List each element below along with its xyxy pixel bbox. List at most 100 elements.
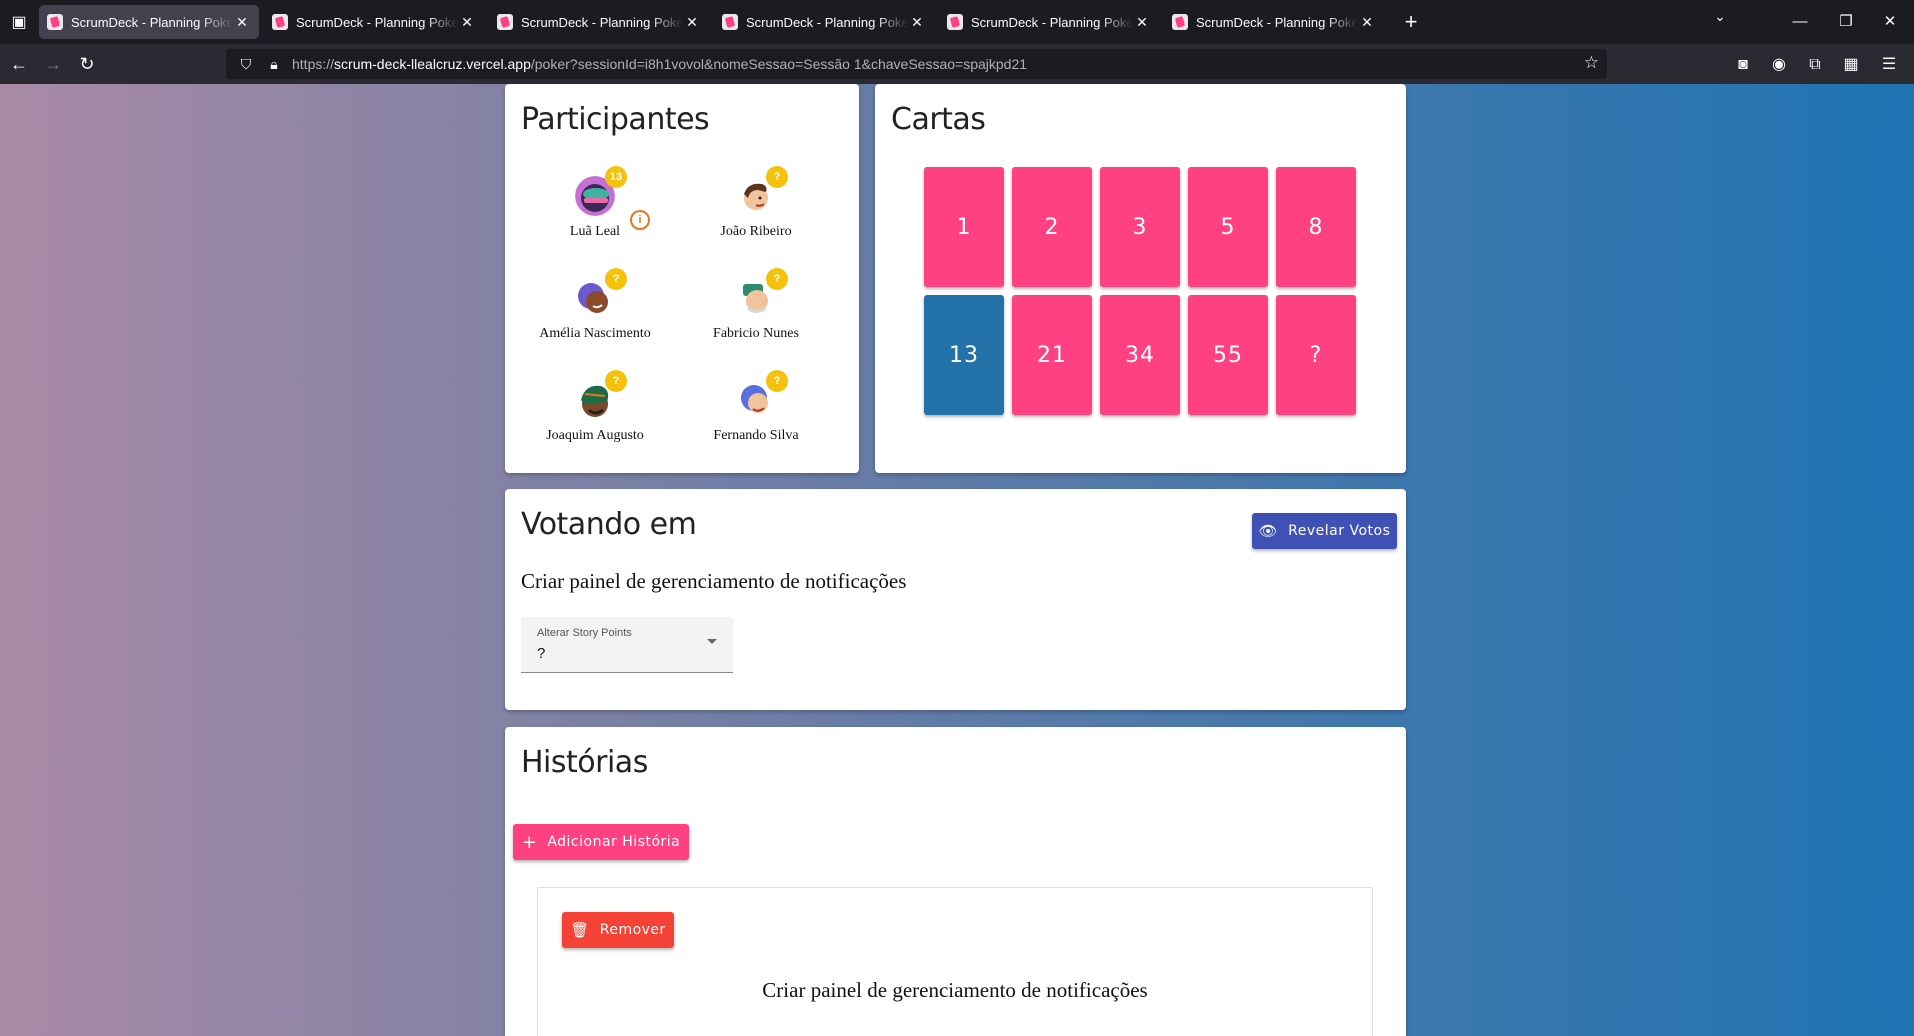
participant-name: Joaquim Augusto: [546, 428, 644, 443]
avatar-joao-ribeiro: ?: [736, 166, 788, 216]
participant-item: ? Amélia Nascimento: [520, 268, 670, 342]
tab-close-icon[interactable]: ✕: [458, 14, 476, 31]
remove-story-button[interactable]: 🗑︎ Remover: [562, 912, 674, 948]
dropdown-arrow-icon: [707, 639, 717, 644]
tab-close-icon[interactable]: ✕: [1133, 14, 1151, 31]
tab-close-icon[interactable]: ✕: [1358, 14, 1376, 31]
browser-tab[interactable]: ScrumDeck - Planning Poker para ✕: [714, 5, 934, 39]
avatar-lua-leal: 13: [575, 166, 627, 216]
poker-card[interactable]: 1: [924, 167, 1004, 287]
new-tab-icon[interactable]: +: [1396, 7, 1426, 37]
voting-title: Votando em: [521, 507, 697, 542]
participant-item: 13 Luã Leal i: [520, 166, 670, 240]
browser-nav-bar: ← → ↻ ⛉ 🔒︎ https://scrum-deck-llealcruz.…: [0, 44, 1914, 84]
browser-tab[interactable]: ScrumDeck - Planning Poker para ✕: [489, 5, 709, 39]
participants-title: Participantes: [521, 102, 710, 137]
poker-card[interactable]: 55: [1188, 295, 1268, 415]
participant-item: ? Fernando Silva: [681, 370, 831, 444]
url-prefix: https://: [292, 56, 335, 72]
reveal-votes-button[interactable]: 👁︎ Revelar Votos: [1252, 513, 1397, 549]
shield-icon[interactable]: ⛉: [236, 56, 256, 73]
participant-name: Fernando Silva: [713, 428, 799, 443]
stories-title: Histórias: [521, 745, 648, 780]
cards-card: Cartas 1 2 3 5 8 13 21 34 55?: [875, 84, 1406, 473]
account-icon[interactable]: ◉: [1766, 52, 1792, 78]
voting-card: Votando em 👁︎ Revelar Votos Criar painel…: [505, 489, 1406, 710]
poker-card[interactable]: 5: [1188, 167, 1268, 287]
poker-card[interactable]: 2: [1012, 167, 1092, 287]
avatar-joaquim-augusto: ?: [575, 370, 627, 420]
browser-tab[interactable]: ScrumDeck - Planning Poker para ✕: [264, 5, 484, 39]
participant-name: Amélia Nascimento: [539, 326, 651, 341]
remove-story-label: Remover: [599, 922, 666, 938]
tab-title: ScrumDeck - Planning Poker para: [971, 14, 1133, 30]
browser-tab[interactable]: ScrumDeck - Planning Poker para ✕: [39, 5, 259, 39]
tab-close-icon[interactable]: ✕: [233, 14, 251, 31]
vote-badge: ?: [766, 268, 788, 290]
favicon-icon: [497, 14, 513, 30]
cards-title: Cartas: [891, 102, 986, 137]
add-story-label: Adicionar História: [547, 834, 681, 850]
reveal-votes-label: Revelar Votos: [1288, 523, 1391, 539]
tab-close-icon[interactable]: ✕: [683, 14, 701, 31]
story-item: 🗑︎ Remover Criar painel de gerenciamento…: [537, 887, 1373, 1036]
url-host: scrum-deck-llealcruz.vercel.app: [334, 56, 531, 72]
participants-card: Participantes 13 Luã Leal i ? João Ribei…: [505, 84, 859, 473]
url-path: /poker?sessionId=i8h1vovol&nomeSessao=Se…: [530, 56, 1028, 72]
favicon-icon: [47, 14, 63, 30]
tab-title: ScrumDeck - Planning Poker para: [521, 14, 683, 30]
eye-icon: 👁︎: [1258, 522, 1279, 540]
vote-badge: ?: [605, 370, 627, 392]
avatar-amelia-nascimento: ?: [575, 268, 627, 318]
extension-icon[interactable]: ▦: [1838, 52, 1864, 78]
story-points-select[interactable]: Alterar Story Points ?: [521, 617, 733, 673]
favicon-icon: [722, 14, 738, 30]
page-viewport: Participantes 13 Luã Leal i ? João Ribei…: [0, 84, 1914, 1036]
back-arrow-icon[interactable]: ←: [2, 47, 36, 81]
participant-name: Fabricio Nunes: [713, 326, 799, 341]
menu-icon[interactable]: ☰: [1876, 52, 1902, 78]
poker-card[interactable]: 8: [1276, 167, 1356, 287]
vote-badge: 13: [605, 166, 627, 188]
bookmark-star-icon[interactable]: ☆: [1584, 53, 1599, 73]
story-points-value: ?: [537, 645, 546, 662]
story-points-label: Alterar Story Points: [537, 627, 632, 639]
poker-card[interactable]: 3: [1100, 167, 1180, 287]
forward-arrow-icon[interactable]: →: [36, 47, 70, 81]
stories-card: Histórias + Adicionar História 🗑︎ Remove…: [505, 727, 1406, 1036]
poker-card[interactable]: 13: [924, 295, 1004, 415]
tab-list-icon[interactable]: ▣: [4, 7, 34, 37]
tab-title: ScrumDeck - Planning Poker para: [71, 14, 233, 30]
browser-tab[interactable]: ScrumDeck - Planning Poker para ✕: [939, 5, 1159, 39]
participant-item: ? João Ribeiro: [681, 166, 831, 240]
tab-title: ScrumDeck - Planning Poker para: [746, 14, 908, 30]
participant-item: ? Joaquim Augusto: [520, 370, 670, 444]
avatar-fabricio-nunes: ?: [736, 268, 788, 318]
reload-icon[interactable]: ↻: [70, 47, 104, 81]
vote-badge: ?: [766, 166, 788, 188]
url-bar[interactable]: ⛉ 🔒︎ https://scrum-deck-llealcruz.vercel…: [226, 49, 1607, 79]
browser-tab-bar: ▣ ScrumDeck - Planning Poker para ✕ Scru…: [0, 0, 1914, 44]
add-story-button[interactable]: + Adicionar História: [513, 824, 689, 860]
pocket-icon[interactable]: ◙: [1730, 52, 1756, 78]
story-text: Criar painel de gerenciamento de notific…: [762, 978, 1148, 1002]
plus-icon: +: [521, 831, 538, 853]
participant-item: ? Fabricio Nunes: [681, 268, 831, 342]
extensions-icon[interactable]: ⧉: [1802, 52, 1828, 78]
lock-icon[interactable]: 🔒︎: [264, 56, 284, 73]
vote-badge: ?: [766, 370, 788, 392]
poker-card[interactable]: 21: [1012, 295, 1092, 415]
current-story-title: Criar painel de gerenciamento de notific…: [521, 569, 907, 593]
browser-tab[interactable]: ScrumDeck - Planning Poker para ✕: [1164, 5, 1384, 39]
favicon-icon: [1172, 14, 1188, 30]
tab-close-icon[interactable]: ✕: [908, 14, 926, 31]
favicon-icon: [947, 14, 963, 30]
tab-title: ScrumDeck - Planning Poker para: [1196, 14, 1358, 30]
restore-icon[interactable]: ❐: [1826, 8, 1866, 36]
chevron-down-icon[interactable]: ⌄: [1705, 8, 1735, 25]
window-close-icon[interactable]: ✕: [1870, 8, 1910, 36]
minimize-icon[interactable]: —: [1780, 8, 1820, 36]
admin-icon: i: [630, 210, 650, 230]
poker-card[interactable]: 34: [1100, 295, 1180, 415]
poker-card[interactable]: ?: [1276, 295, 1356, 415]
